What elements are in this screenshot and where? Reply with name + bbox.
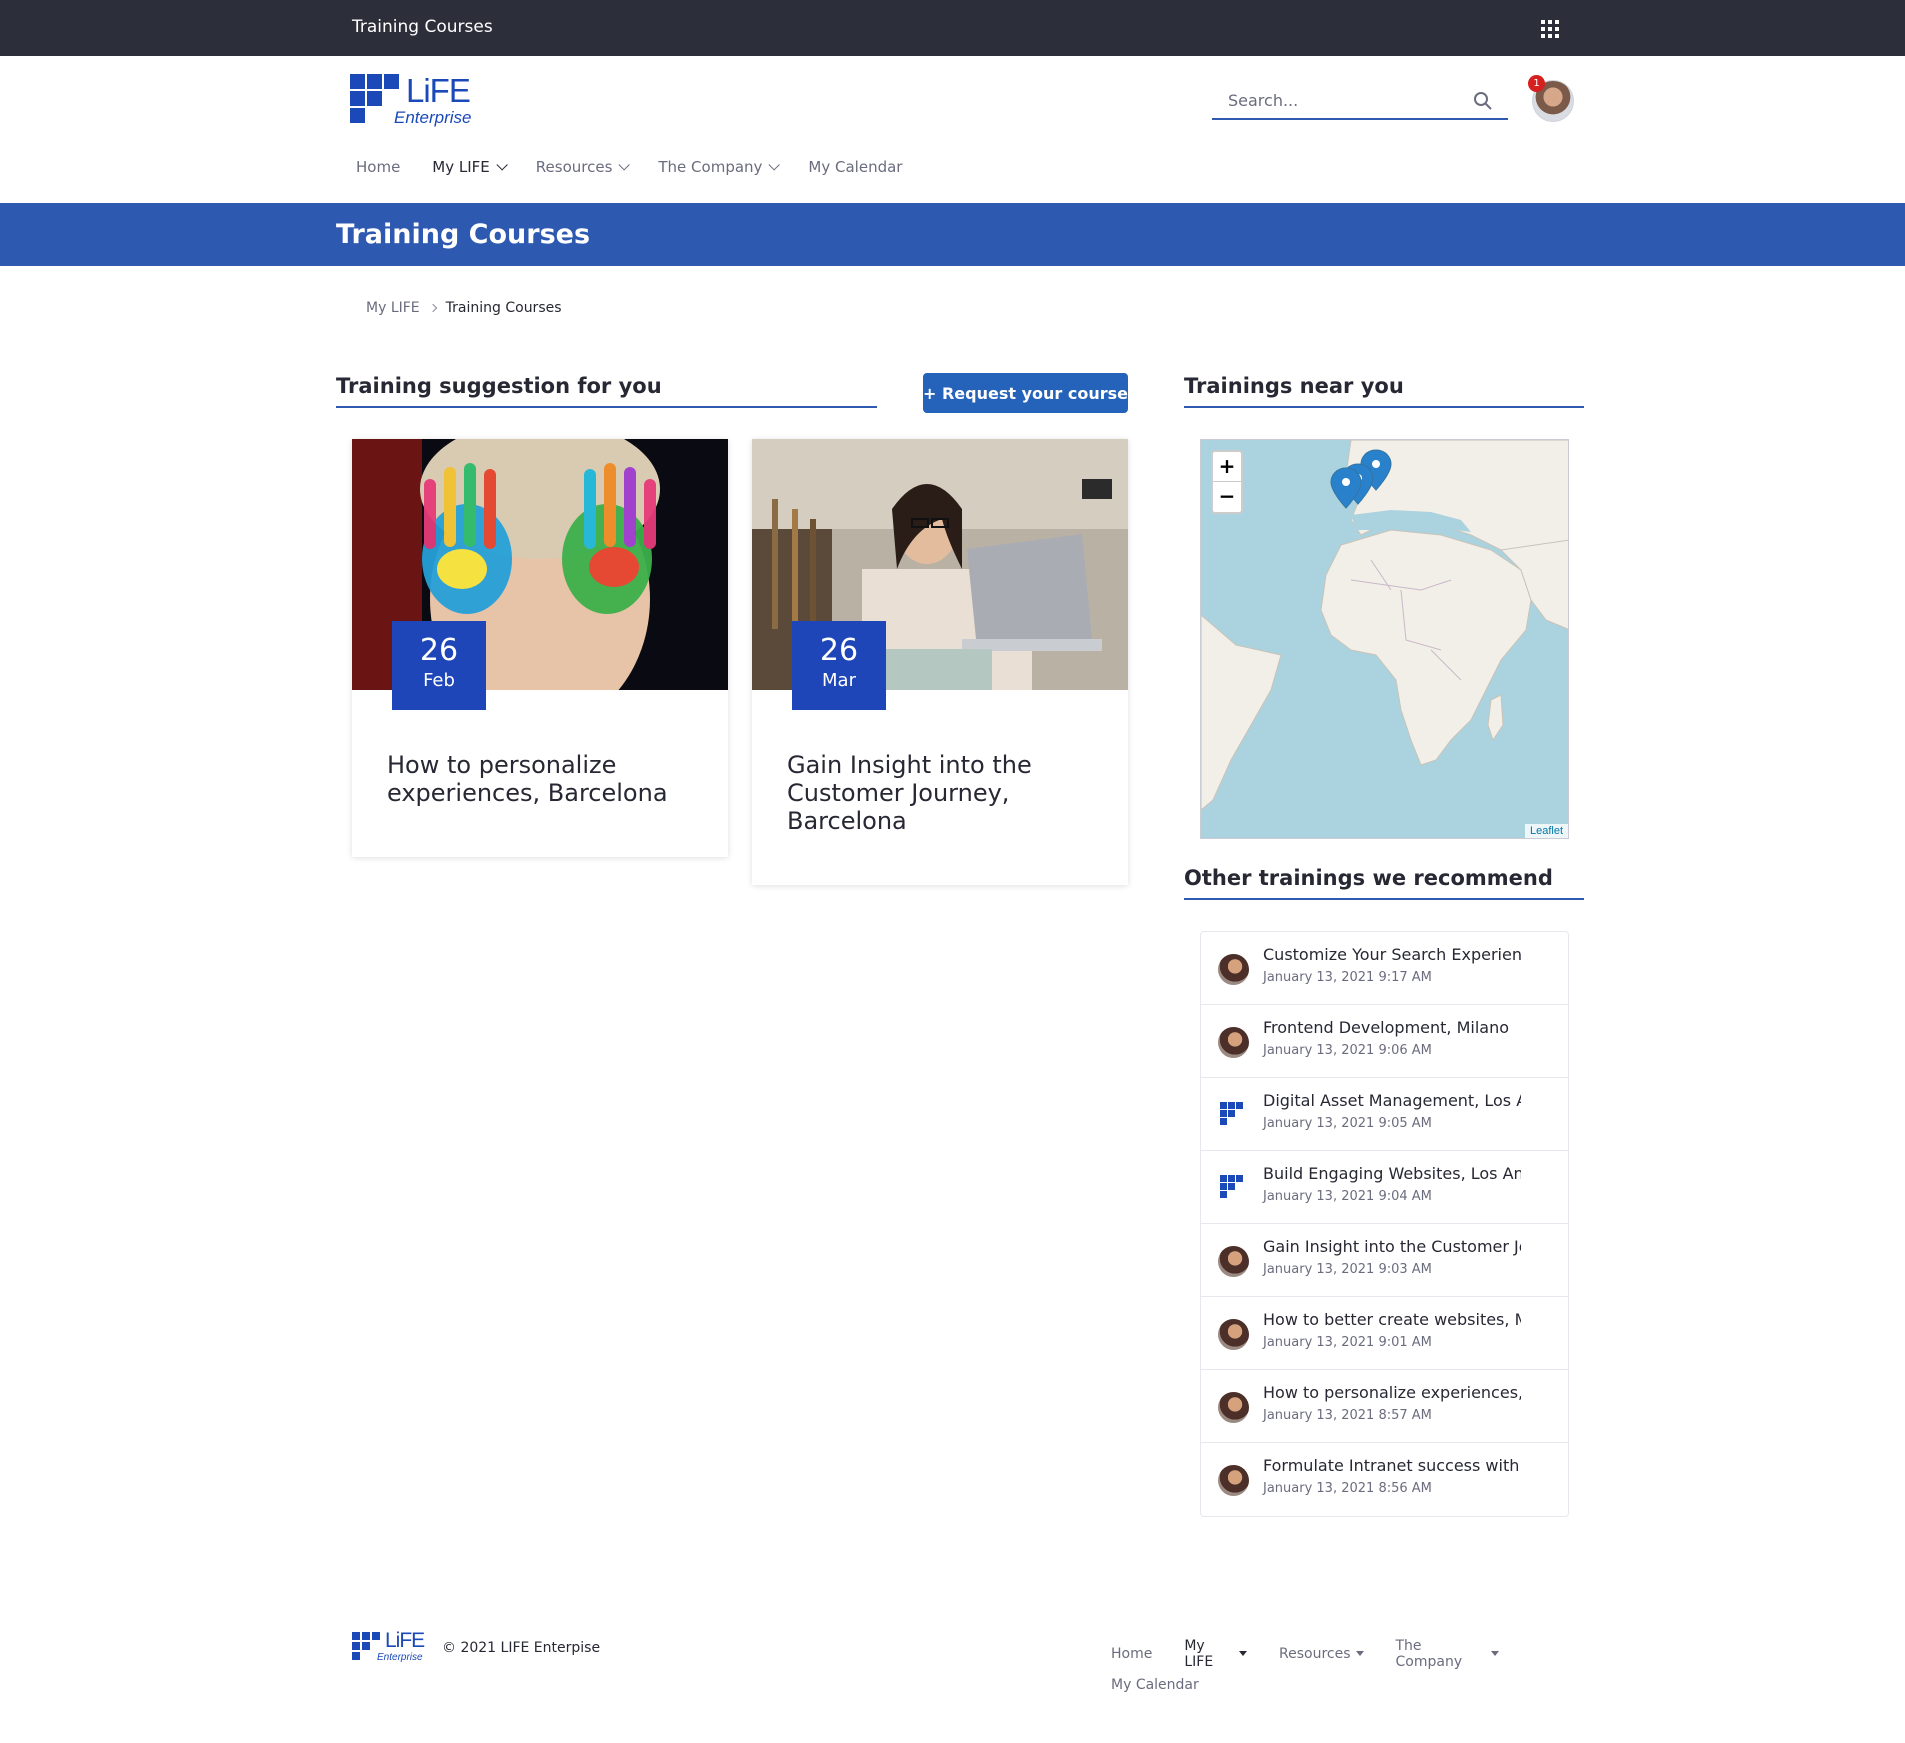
card-title[interactable]: Gain Insight into the Customer Journey, … (787, 751, 1107, 835)
training-map[interactable]: + − Leaflet (1200, 439, 1569, 839)
caret-down-icon (1239, 1651, 1247, 1656)
search-bar (1212, 82, 1508, 120)
near-heading: Trainings near you (1184, 374, 1584, 408)
list-item-title[interactable]: Customize Your Search Experience, (1263, 945, 1521, 964)
suggestions-heading: Training suggestion for you (336, 374, 877, 408)
page-title: Training Courses (336, 219, 591, 250)
list-item[interactable]: Digital Asset Management, Los Angeles Ja… (1201, 1078, 1568, 1151)
user-photo-icon (1218, 954, 1249, 985)
copyright: © 2021 LIFE Enterpise (442, 1640, 601, 1656)
list-item-date: January 13, 2021 8:57 AM (1263, 1408, 1432, 1423)
nav-my-calendar[interactable]: My Calendar (808, 155, 902, 179)
footer-nav-my-life[interactable]: My LIFE (1184, 1638, 1247, 1670)
nav-the-company[interactable]: The Company (658, 155, 781, 179)
user-photo-icon (1218, 1319, 1249, 1350)
list-item[interactable]: Frontend Development, Milano January 13,… (1201, 1005, 1568, 1078)
list-item-title[interactable]: Frontend Development, Milano (1263, 1018, 1521, 1037)
site-title[interactable]: Training Courses (352, 17, 493, 37)
logo[interactable]: LiFE Enterprise (350, 72, 480, 128)
list-item-date: January 13, 2021 9:04 AM (1263, 1189, 1432, 1204)
logo-brand: LiFE (406, 72, 471, 109)
chevron-right-icon (428, 303, 437, 313)
user-photo-icon (1218, 1392, 1249, 1423)
recommendations-list: Customize Your Search Experience, Januar… (1200, 931, 1569, 1517)
user-photo-icon (1218, 1027, 1249, 1058)
breadcrumb: My LIFE Training Courses (366, 300, 562, 316)
notification-badge: 1 (1528, 75, 1545, 92)
other-heading: Other trainings we recommend (1184, 866, 1584, 900)
top-bar: Training Courses (0, 0, 1905, 56)
logo-subtitle: Enterprise (394, 108, 472, 127)
list-item[interactable]: Formulate Intranet success with Insights… (1201, 1443, 1568, 1516)
list-item-date: January 13, 2021 8:56 AM (1263, 1481, 1432, 1496)
footer-nav: Home My LIFE Resources The Company My Ca… (1111, 1638, 1531, 1700)
date-badge: 26 Feb (392, 621, 486, 710)
footer-nav-the-company[interactable]: The Company (1396, 1638, 1499, 1670)
footer-nav-home[interactable]: Home (1111, 1646, 1152, 1662)
list-item-title[interactable]: Formulate Intranet success with Insights (1263, 1456, 1521, 1475)
training-card[interactable]: 26 Mar Gain Insight into the Customer Jo… (752, 439, 1128, 885)
life-logo-icon (1218, 1173, 1249, 1204)
chevron-down-icon (618, 159, 631, 171)
list-item-title[interactable]: Digital Asset Management, Los Angeles (1263, 1091, 1521, 1110)
zoom-in-button[interactable]: + (1213, 452, 1241, 482)
list-item[interactable]: How to better create websites, Milano Ja… (1201, 1297, 1568, 1370)
chevron-down-icon (496, 159, 508, 171)
list-item-title[interactable]: How to better create websites, Milano (1263, 1310, 1521, 1329)
training-card[interactable]: 26 Feb How to personalize experiences, B… (352, 439, 728, 857)
footer-logo-brand: LiFE (385, 1629, 425, 1652)
user-avatar[interactable]: 1 (1528, 75, 1574, 122)
list-item-date: January 13, 2021 9:05 AM (1263, 1116, 1432, 1131)
list-item-date: January 13, 2021 9:03 AM (1263, 1262, 1432, 1277)
list-item-date: January 13, 2021 9:17 AM (1263, 970, 1432, 985)
list-item[interactable]: Gain Insight into the Customer Journey J… (1201, 1224, 1568, 1297)
card-title[interactable]: How to personalize experiences, Barcelon… (387, 751, 707, 807)
footer-nav-resources[interactable]: Resources (1279, 1646, 1364, 1662)
page-banner: Training Courses (0, 203, 1905, 266)
search-icon[interactable] (1473, 91, 1493, 111)
breadcrumb-parent[interactable]: My LIFE (366, 300, 420, 316)
list-item[interactable]: Customize Your Search Experience, Januar… (1201, 932, 1568, 1005)
footer-logo[interactable]: LiFE Enterprise (352, 1629, 432, 1666)
logo-mark-icon (350, 74, 400, 124)
map-tiles (1201, 440, 1568, 811)
map-zoom-control: + − (1211, 450, 1243, 514)
list-item-title[interactable]: How to personalize experiences, Barcelon… (1263, 1383, 1521, 1402)
user-photo-icon (1218, 1465, 1249, 1496)
life-logo-icon (1218, 1100, 1249, 1131)
list-item-title[interactable]: Build Engaging Websites, Los Angeles (1263, 1164, 1521, 1183)
zoom-out-button[interactable]: − (1213, 482, 1241, 512)
footer-nav-my-calendar[interactable]: My Calendar (1111, 1677, 1199, 1693)
list-item[interactable]: Build Engaging Websites, Los Angeles Jan… (1201, 1151, 1568, 1224)
footer-logo-subtitle: Enterprise (377, 1652, 423, 1663)
list-item[interactable]: How to personalize experiences, Barcelon… (1201, 1370, 1568, 1443)
map-attribution[interactable]: Leaflet (1524, 824, 1568, 838)
list-item-date: January 13, 2021 9:01 AM (1263, 1335, 1432, 1350)
list-item-date: January 13, 2021 9:06 AM (1263, 1043, 1432, 1058)
search-input[interactable] (1228, 88, 1468, 112)
caret-down-icon (1355, 1651, 1364, 1656)
main-nav: Home My LIFE Resources The Company My Ca… (356, 155, 934, 179)
caret-down-icon (1491, 1651, 1499, 1656)
chevron-down-icon (768, 159, 781, 171)
request-course-button[interactable]: + Request your course (923, 373, 1128, 413)
list-item-title[interactable]: Gain Insight into the Customer Journey (1263, 1237, 1521, 1256)
breadcrumb-current: Training Courses (445, 300, 562, 316)
nav-resources[interactable]: Resources (536, 155, 631, 179)
user-photo-icon (1218, 1246, 1249, 1277)
nav-my-life[interactable]: My LIFE (432, 155, 508, 179)
date-badge: 26 Mar (792, 621, 886, 710)
nav-home[interactable]: Home (356, 155, 400, 179)
apps-grid-icon[interactable] (1541, 20, 1559, 38)
